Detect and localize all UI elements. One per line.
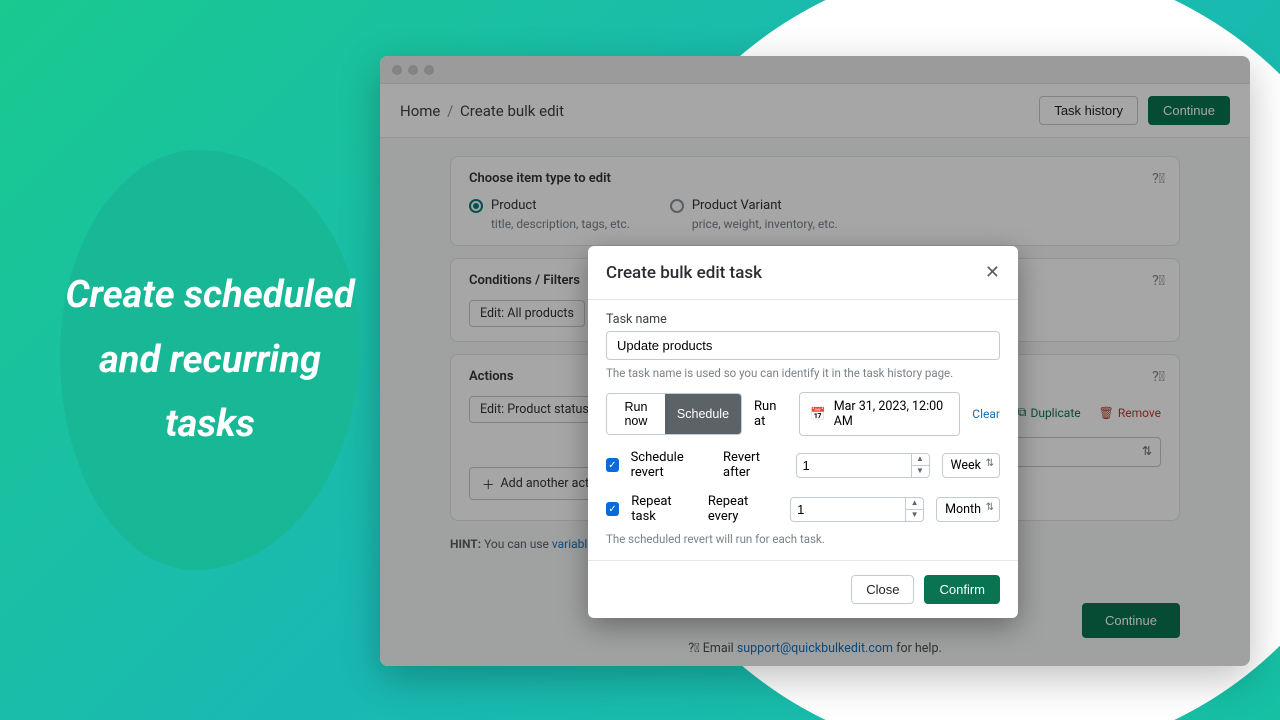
marketing-blob: Create scheduled and recurring tasks	[60, 150, 360, 570]
repeat-task-checkbox[interactable]: ✓	[606, 502, 619, 516]
task-name-label: Task name	[606, 312, 1000, 327]
revert-unit-select[interactable]: Week	[942, 453, 1001, 478]
create-task-modal: Create bulk edit task ✕ Task name The ta…	[588, 246, 1018, 618]
repeat-task-label: Repeat task	[631, 494, 696, 524]
stepper-icon[interactable]: ▲▼	[911, 454, 929, 477]
task-name-note: The task name is used so you can identif…	[606, 366, 1000, 380]
repeat-every-input[interactable]	[790, 497, 924, 522]
close-icon[interactable]: ✕	[985, 262, 1000, 283]
task-name-input[interactable]	[606, 331, 1000, 360]
schedule-revert-checkbox[interactable]: ✓	[606, 458, 619, 472]
run-at-label: Run at	[754, 399, 787, 429]
close-button[interactable]: Close	[851, 575, 914, 604]
revert-after-input[interactable]	[796, 453, 930, 478]
marketing-headline: Create scheduled and recurring tasks	[60, 263, 360, 457]
run-now-tab[interactable]: Run now	[607, 394, 665, 434]
repeat-note: The scheduled revert will run for each t…	[606, 532, 1000, 546]
revert-after-label: Revert after	[723, 450, 783, 480]
confirm-button[interactable]: Confirm	[924, 575, 1000, 604]
run-mode-segment: Run now Schedule	[606, 393, 742, 435]
clear-date-link[interactable]: Clear	[972, 407, 1000, 421]
modal-title: Create bulk edit task	[606, 263, 762, 283]
repeat-every-label: Repeat every	[708, 494, 778, 524]
stepper-icon[interactable]: ▲▼	[905, 498, 923, 521]
schedule-revert-label: Schedule revert	[631, 450, 711, 480]
repeat-unit-select[interactable]: Month	[936, 497, 1000, 522]
run-at-datepicker[interactable]: 📅 Mar 31, 2023, 12:00 AM	[799, 392, 960, 436]
schedule-tab[interactable]: Schedule	[665, 394, 741, 434]
calendar-icon: 📅	[810, 407, 826, 422]
